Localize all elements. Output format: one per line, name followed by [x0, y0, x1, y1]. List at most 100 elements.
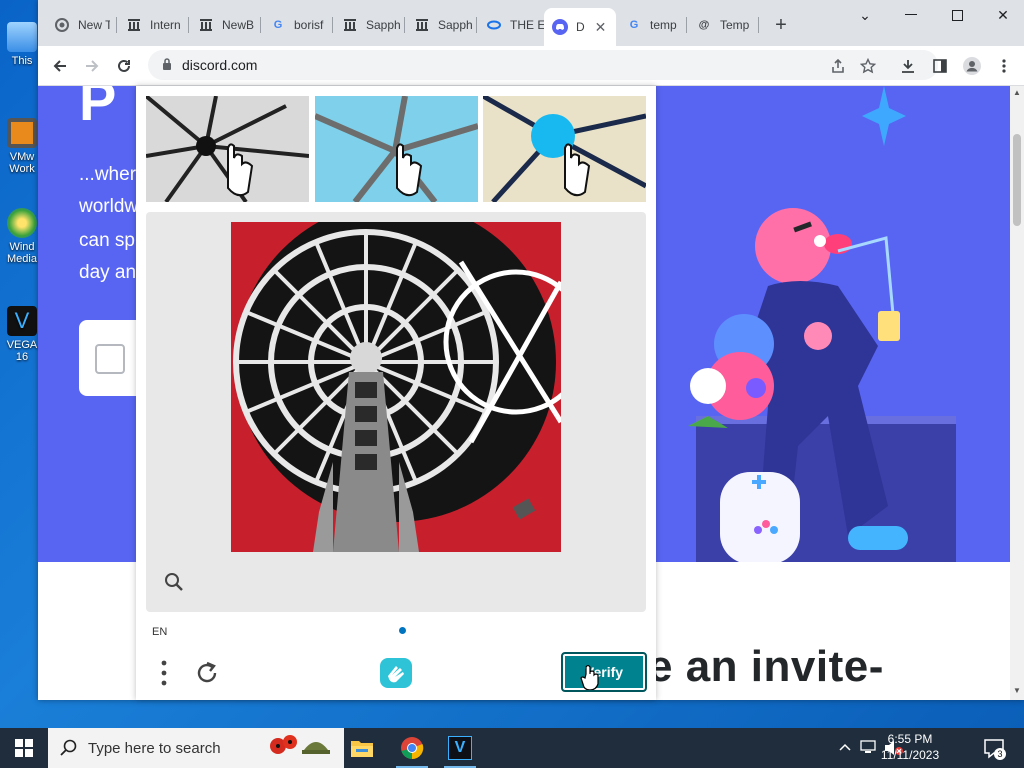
hero-text-line: can sp [79, 230, 135, 251]
scroll-down-icon[interactable]: ▼ [1012, 686, 1022, 696]
desktop-icon-windows-media[interactable]: Wind Media [4, 208, 40, 265]
vegas-icon: V [448, 736, 472, 760]
tab-internet-archive[interactable]: Intern [118, 10, 186, 40]
tab-label: borisf [294, 18, 324, 32]
lock-icon [163, 58, 171, 70]
media-player-icon [7, 208, 37, 238]
tab-new-tab[interactable]: New T [46, 10, 110, 40]
hero-title: P [79, 86, 117, 132]
sparkle-icon [862, 86, 906, 146]
page-scrollbar[interactable]: ▲ ▼ [1010, 86, 1024, 700]
desktop-icon-label: This [11, 55, 33, 67]
desktop-icon-label: VEGA 16 [6, 339, 38, 363]
hand-cursor-icon [580, 664, 599, 690]
tab-label: New T [78, 18, 110, 32]
vmware-icon [7, 118, 37, 148]
hero-checkbox[interactable] [95, 344, 125, 374]
ferris-wheel-image[interactable] [231, 222, 561, 552]
avatar-icon [963, 57, 981, 75]
close-window-button[interactable]: ✕ [980, 4, 1024, 26]
scroll-up-icon[interactable]: ▲ [1012, 88, 1022, 98]
tab-borisf[interactable]: G borisf [262, 10, 330, 40]
hcaptcha-challenge: EN Verify [136, 86, 656, 700]
tab-label: THE E [510, 18, 544, 32]
refresh-icon[interactable] [194, 660, 220, 686]
tab-label: Temp [720, 18, 750, 32]
taskbar: Type here to search V 6:55 PM 11/11/2023 [0, 728, 1024, 768]
verify-button[interactable]: Verify [561, 652, 647, 692]
reload-icon [118, 59, 130, 72]
tab-sapph-1[interactable]: Sapph [334, 10, 402, 40]
tab-strip: New T Intern NewB G borisf Sapph Sapph T… [38, 0, 1024, 46]
new-tab-button[interactable]: + [766, 10, 796, 40]
bookmark-button[interactable] [856, 54, 880, 78]
tab-newb[interactable]: NewB [190, 10, 258, 40]
taskbar-search-box[interactable]: Type here to search [48, 728, 344, 768]
archive-icon [198, 17, 214, 33]
url-text: discord.com [182, 57, 258, 73]
example-image-1[interactable] [146, 96, 309, 202]
tab-label: Intern [150, 18, 181, 32]
download-icon [902, 60, 914, 73]
windows-logo-icon [15, 739, 33, 757]
google-icon: G [629, 19, 639, 31]
share-button[interactable] [826, 54, 850, 78]
chrome-icon [401, 737, 424, 760]
maximize-button[interactable] [934, 4, 980, 26]
challenge-preview [146, 212, 646, 612]
back-button[interactable] [48, 54, 72, 78]
taskbar-vegas[interactable]: V [436, 728, 484, 768]
hcaptcha-logo-icon [380, 658, 412, 688]
kebab-menu-icon [1002, 59, 1006, 73]
hero-text-line: day an [79, 262, 137, 283]
poppy-remembrance-icon [270, 735, 330, 754]
desktop-icon-vegas[interactable]: V VEGA 16 [4, 306, 40, 363]
notification-center-icon[interactable]: 3 [982, 736, 1006, 760]
profile-button[interactable] [960, 54, 984, 78]
taskbar-file-explorer[interactable] [338, 728, 386, 768]
kebab-menu-icon[interactable] [154, 658, 174, 688]
vegas-icon: V [7, 306, 37, 336]
tab-temp-mail[interactable]: @ Temp [688, 10, 756, 40]
hero-text-line: worldw [79, 196, 139, 217]
arrow-left-icon [53, 60, 66, 72]
archive-icon [414, 17, 430, 33]
chrome-icon [54, 17, 70, 33]
example-image-2[interactable] [315, 96, 478, 202]
downloads-button[interactable] [896, 54, 920, 78]
taskbar-chrome[interactable] [388, 728, 436, 768]
tab-discord[interactable]: D ✕ [544, 8, 616, 46]
tab-close-icon[interactable]: ✕ [595, 19, 607, 36]
discord-illustration [688, 86, 956, 562]
tab-label: Sapph [366, 18, 401, 32]
language-selector[interactable]: EN [152, 626, 167, 638]
tab-label: NewB [222, 18, 255, 32]
zoom-icon[interactable] [164, 572, 184, 592]
desktop-icon-this-pc[interactable]: This [4, 22, 40, 67]
taskbar-clock[interactable]: 6:55 PM 11/11/2023 [870, 731, 950, 763]
monitor-icon [7, 22, 37, 52]
swirl-icon [486, 17, 502, 33]
tab-search-chevron-icon[interactable]: ⌄ [842, 4, 888, 26]
side-panel-button[interactable] [928, 54, 952, 78]
minimize-button[interactable] [888, 4, 934, 26]
tab-label: D [576, 20, 585, 34]
chrome-menu-button[interactable] [992, 54, 1016, 78]
address-bar[interactable]: discord.com [148, 50, 938, 80]
tab-label: temp [650, 18, 677, 32]
side-panel-icon [933, 59, 947, 73]
invite-heading: e an invite- [648, 642, 884, 691]
forward-button[interactable] [80, 54, 104, 78]
discord-icon [552, 19, 568, 35]
example-image-3[interactable] [483, 96, 646, 202]
start-button[interactable] [0, 728, 48, 768]
scroll-thumb[interactable] [1013, 134, 1021, 226]
search-icon [60, 739, 77, 756]
chevron-up-icon[interactable] [838, 741, 852, 755]
tab-temp-google[interactable]: G temp [618, 10, 684, 40]
tab-sapph-2[interactable]: Sapph [406, 10, 474, 40]
desktop-icon-vmware[interactable]: VMw Work [4, 118, 40, 175]
tab-the-e[interactable]: THE E [478, 10, 544, 40]
reload-button[interactable] [112, 54, 136, 78]
folder-icon [351, 741, 373, 757]
